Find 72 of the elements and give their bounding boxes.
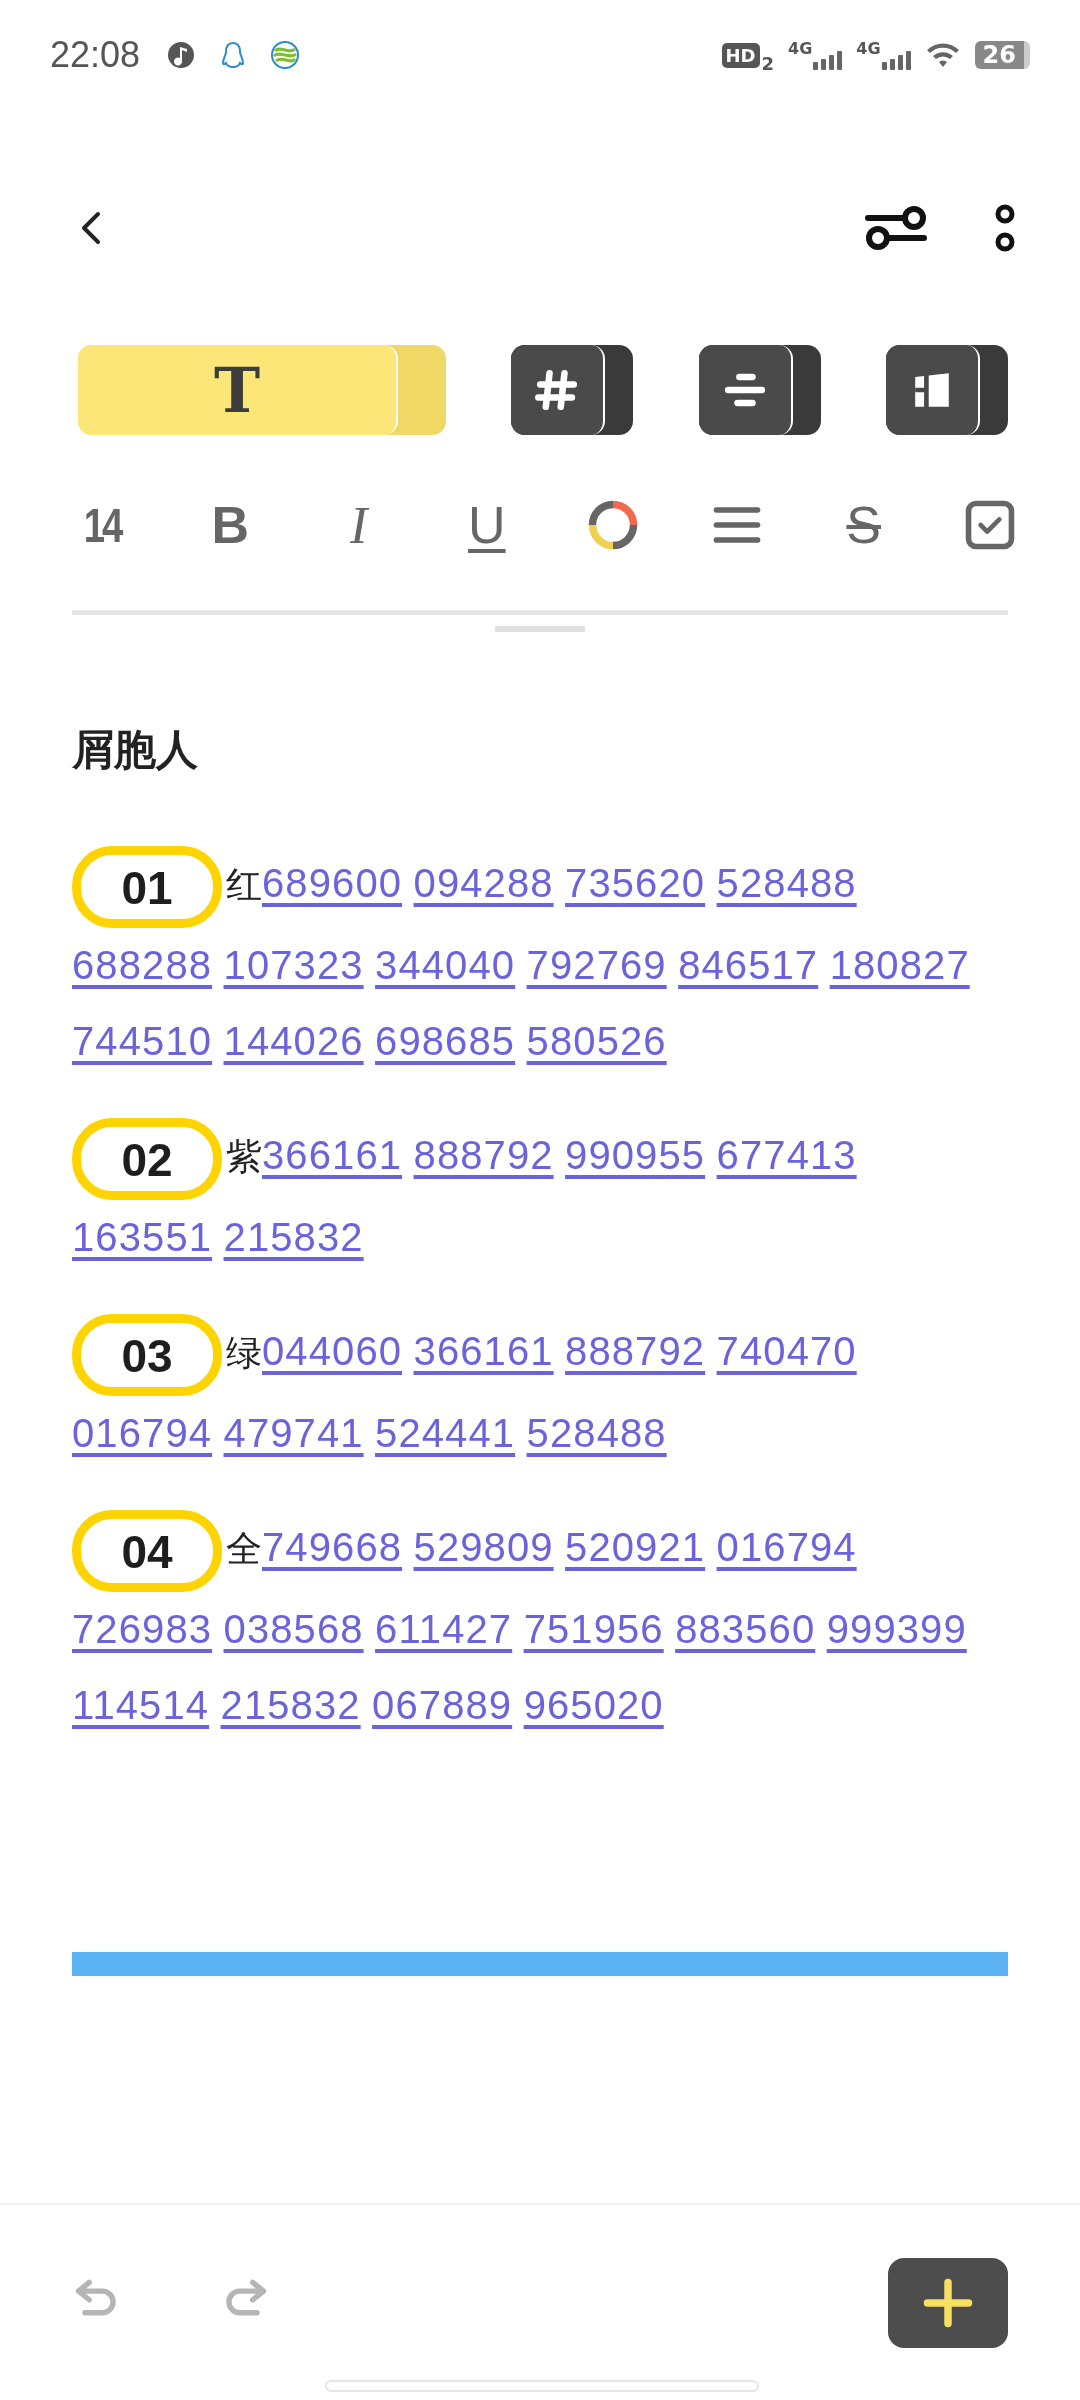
bold-button[interactable]: B: [200, 495, 261, 555]
group-label: 全: [226, 1528, 262, 1569]
network-type: 4G: [856, 38, 881, 58]
signal-icon: [880, 50, 911, 70]
group-label: 紫: [226, 1136, 262, 1177]
number-link[interactable]: 846517: [678, 943, 819, 987]
music-note-icon: [166, 40, 197, 70]
number-link[interactable]: 479741: [223, 1411, 364, 1455]
number-link[interactable]: 792769: [526, 943, 667, 987]
number-link[interactable]: 529809: [413, 1525, 554, 1569]
number-link[interactable]: 067889: [372, 1683, 513, 1727]
number-link[interactable]: 215832: [220, 1683, 361, 1727]
number-link[interactable]: 740470: [716, 1329, 857, 1373]
number-link[interactable]: 883560: [675, 1607, 816, 1651]
number-link[interactable]: 180827: [829, 943, 970, 987]
number-link[interactable]: 094288: [413, 861, 554, 905]
number-link[interactable]: 016794: [716, 1525, 857, 1569]
number-link[interactable]: 999399: [826, 1607, 967, 1651]
number-badge: 04: [72, 1510, 222, 1592]
number-link[interactable]: 888792: [413, 1133, 554, 1177]
number-link[interactable]: 965020: [523, 1683, 664, 1727]
number-link[interactable]: 688288: [72, 943, 213, 987]
signal-icon: [812, 50, 843, 70]
number-badge: 02: [72, 1118, 222, 1200]
number-link[interactable]: 016794: [72, 1411, 213, 1455]
drag-handle[interactable]: [495, 626, 585, 632]
number-link[interactable]: 366161: [262, 1133, 403, 1177]
number-link[interactable]: 528488: [716, 861, 857, 905]
number-badge: 01: [72, 846, 222, 928]
number-link[interactable]: 751956: [523, 1607, 664, 1651]
number-link[interactable]: 163551: [72, 1215, 213, 1259]
number-badge: 03: [72, 1314, 222, 1396]
group-label: 红: [226, 864, 262, 905]
add-button[interactable]: [888, 2257, 1008, 2348]
number-link[interactable]: 038568: [223, 1607, 364, 1651]
number-link[interactable]: 114514: [72, 1683, 210, 1727]
number-link[interactable]: 611427: [375, 1607, 513, 1651]
number-link[interactable]: 888792: [565, 1329, 706, 1373]
number-link[interactable]: 749668: [262, 1525, 403, 1569]
sim-number: 2: [761, 52, 775, 74]
number-link[interactable]: 524441: [375, 1411, 516, 1455]
list-tool-tab[interactable]: [698, 345, 821, 435]
network-type: 4G: [788, 38, 813, 58]
hd-voice-badge: HD: [721, 42, 760, 68]
font-size-button[interactable]: 14: [78, 497, 126, 553]
number-link[interactable]: 677413: [716, 1133, 857, 1177]
mobile-network-logo-icon: [270, 40, 301, 70]
number-link[interactable]: 215832: [223, 1215, 364, 1259]
strikethrough-button[interactable]: S: [833, 495, 894, 555]
tag-tool-tab[interactable]: [511, 345, 634, 435]
italic-button[interactable]: I: [328, 495, 389, 555]
number-link[interactable]: 698685: [375, 1019, 516, 1063]
number-link[interactable]: 044060: [262, 1329, 403, 1373]
number-link[interactable]: 726983: [72, 1607, 213, 1651]
number-link[interactable]: 744510: [72, 1019, 213, 1063]
note-title: 屑胞人: [72, 724, 199, 776]
number-link[interactable]: 144026: [223, 1019, 364, 1063]
number-link[interactable]: 735620: [565, 861, 706, 905]
number-link[interactable]: 528488: [526, 1411, 667, 1455]
layout-tool-tab[interactable]: [886, 345, 1008, 435]
number-link[interactable]: 366161: [413, 1329, 554, 1373]
underline-button[interactable]: U: [456, 495, 517, 555]
status-time: 22:08: [50, 34, 141, 76]
group-label: 绿: [226, 1332, 262, 1373]
battery-level: 26: [974, 41, 1030, 69]
number-link[interactable]: 580526: [526, 1019, 667, 1063]
number-link[interactable]: 520921: [565, 1525, 706, 1569]
number-link[interactable]: 990955: [565, 1133, 706, 1177]
number-link[interactable]: 344040: [375, 943, 516, 987]
number-link[interactable]: 689600: [262, 861, 403, 905]
text-tool-tab[interactable]: T: [78, 345, 446, 435]
number-link[interactable]: 107323: [223, 943, 364, 987]
